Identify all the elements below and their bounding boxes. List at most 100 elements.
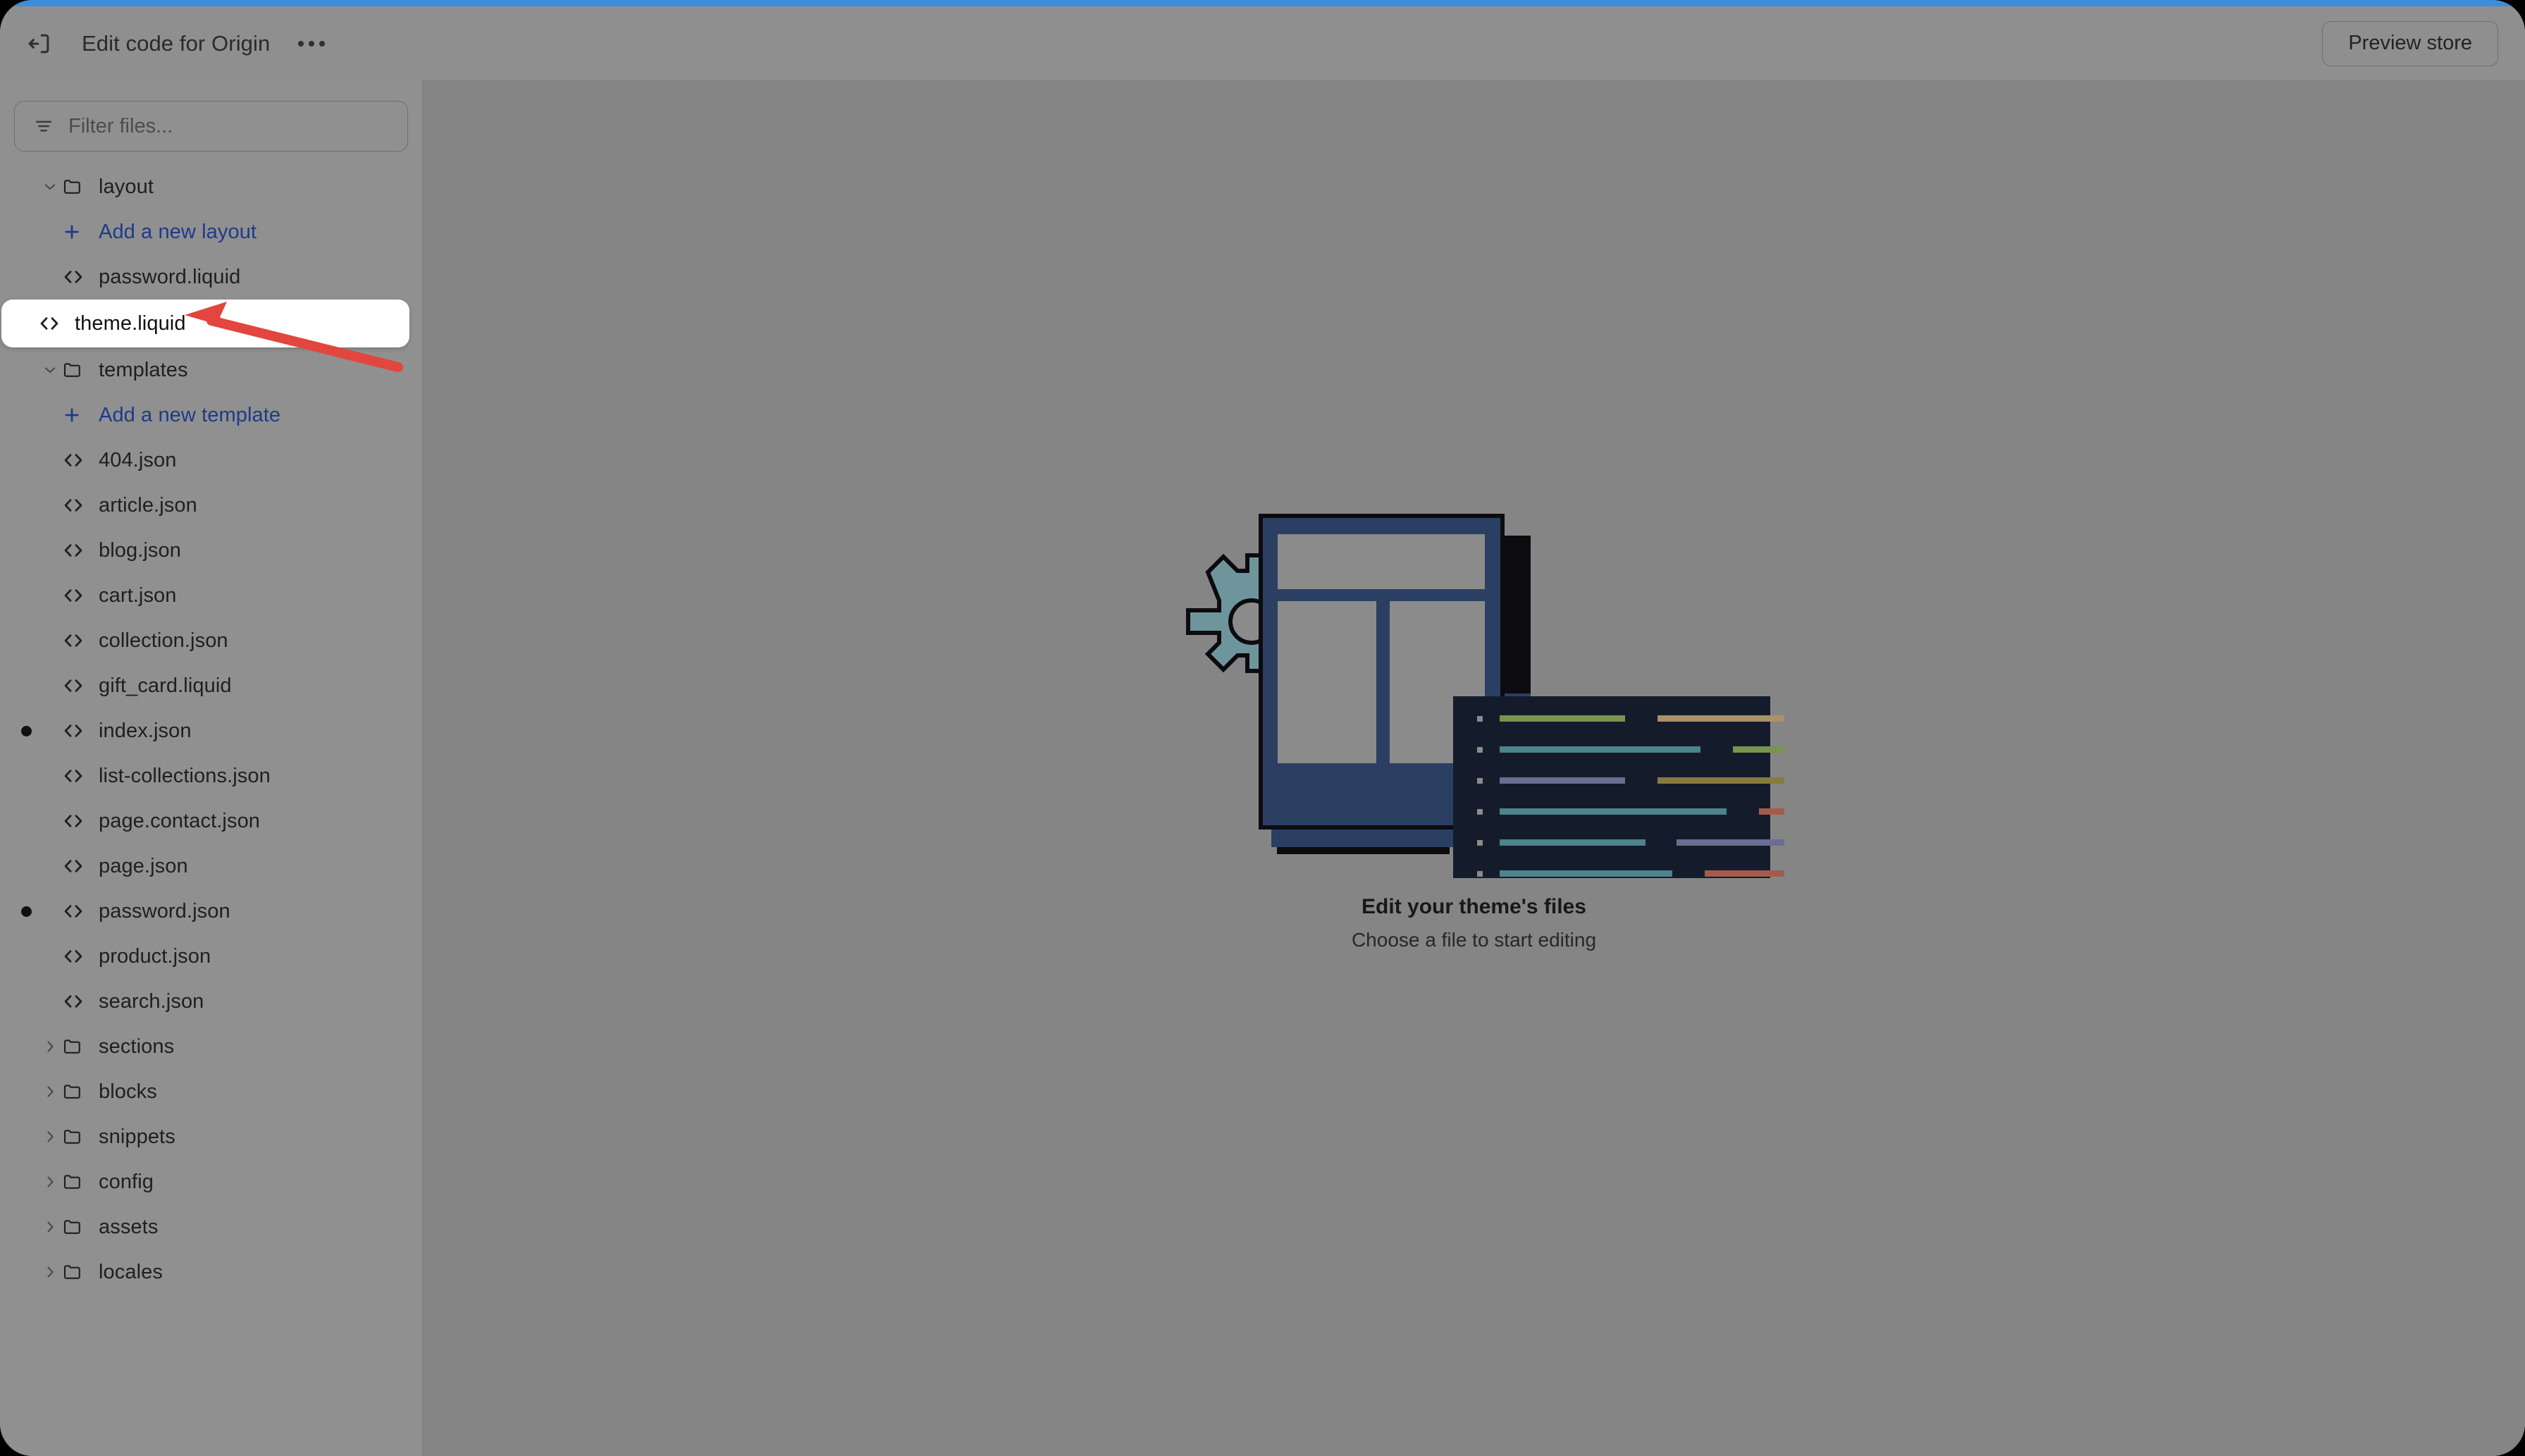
chevron-down-icon[interactable]: [38, 178, 62, 195]
tree-folder-blocks[interactable]: blocks: [0, 1069, 422, 1114]
unsaved-changes-dot: [14, 726, 38, 736]
folder-icon: [62, 1036, 99, 1057]
top-bar: Edit code for Origin Preview store: [0, 6, 2525, 80]
tree-file-page.json[interactable]: page.json: [0, 844, 422, 889]
code-file-icon: [62, 266, 99, 288]
file-tree: layout Add a new layout password.liquid the…: [0, 164, 422, 1323]
app-window: Edit code for Origin Preview store layou…: [0, 0, 2525, 1456]
tree-file-gift_card.liquid[interactable]: gift_card.liquid: [0, 663, 422, 708]
chevron-right-icon[interactable]: [38, 1128, 62, 1145]
top-accent-bar: [0, 0, 2525, 6]
preview-store-button[interactable]: Preview store: [2322, 21, 2498, 66]
tree-file-theme.liquid[interactable]: theme.liquid: [1, 300, 409, 347]
tree-file-search.json[interactable]: search.json: [0, 979, 422, 1024]
folder-icon: [62, 1261, 99, 1283]
add-file-link[interactable]: Add a new template: [0, 393, 422, 438]
file-tree-sidebar: layout Add a new layout password.liquid the…: [0, 80, 423, 1456]
chevron-right-icon[interactable]: [38, 1264, 62, 1281]
tree-item-label: list-collections.json: [99, 765, 271, 788]
plus-icon: [62, 405, 99, 425]
tree-item-label: product.json: [99, 945, 211, 968]
empty-state-subtitle: Choose a file to start editing: [1352, 929, 1596, 951]
tree-item-label: gift_card.liquid: [99, 674, 232, 698]
tree-folder-sections[interactable]: sections: [0, 1024, 422, 1069]
chevron-right-icon[interactable]: [38, 1038, 62, 1055]
search-input[interactable]: [68, 115, 389, 138]
tree-folder-snippets[interactable]: snippets: [0, 1114, 422, 1159]
code-file-icon: [62, 855, 99, 877]
tree-file-password.json[interactable]: password.json: [0, 889, 422, 934]
tree-item-label: assets: [99, 1216, 158, 1239]
tree-item-label: page.contact.json: [99, 810, 260, 833]
add-file-link[interactable]: Add a new layout: [0, 209, 422, 254]
plus-icon: [62, 222, 99, 242]
exit-icon[interactable]: [17, 21, 62, 66]
tree-file-cart.json[interactable]: cart.json: [0, 573, 422, 618]
tree-item-label: layout: [99, 175, 154, 199]
tree-item-label: article.json: [99, 494, 197, 517]
tree-folder-locales[interactable]: locales: [0, 1250, 422, 1295]
chevron-down-icon[interactable]: [38, 362, 62, 378]
tree-file-product.json[interactable]: product.json: [0, 934, 422, 979]
tree-folder-config[interactable]: config: [0, 1159, 422, 1204]
code-file-icon: [62, 720, 99, 742]
chevron-right-icon[interactable]: [38, 1173, 62, 1190]
code-file-icon: [62, 539, 99, 562]
code-file-icon: [38, 312, 75, 335]
tree-folder-layout[interactable]: layout: [0, 164, 422, 209]
tree-item-label: 404.json: [99, 449, 176, 472]
tree-item-label: page.json: [99, 855, 188, 878]
empty-state: Edit your theme's files Choose a file to…: [1164, 505, 1784, 951]
folder-icon: [62, 1171, 99, 1192]
tree-item-label: collection.json: [99, 629, 228, 653]
folder-icon: [62, 1126, 99, 1147]
tree-item-label: blocks: [99, 1080, 157, 1104]
tree-item-label: theme.liquid: [75, 312, 186, 335]
tree-item-label: Add a new template: [99, 404, 280, 427]
folder-icon: [62, 1216, 99, 1238]
code-file-icon: [62, 990, 99, 1013]
chevron-right-icon[interactable]: [38, 1083, 62, 1100]
tree-file-password.liquid[interactable]: password.liquid: [0, 254, 422, 300]
code-file-icon: [62, 945, 99, 968]
folder-icon: [62, 1081, 99, 1102]
folder-icon: [62, 359, 99, 381]
filter-files-field[interactable]: [14, 101, 408, 152]
empty-state-title: Edit your theme's files: [1362, 895, 1586, 919]
tree-folder-templates[interactable]: templates: [0, 347, 422, 393]
tree-file-404.json[interactable]: 404.json: [0, 438, 422, 483]
tree-folder-assets[interactable]: assets: [0, 1204, 422, 1250]
tree-item-label: search.json: [99, 990, 204, 1013]
code-file-icon: [62, 584, 99, 607]
tree-item-label: templates: [99, 359, 188, 382]
tree-file-collection.json[interactable]: collection.json: [0, 618, 422, 663]
code-file-icon: [62, 900, 99, 923]
tree-item-label: locales: [99, 1261, 163, 1284]
folder-icon: [62, 176, 99, 197]
tree-item-label: password.json: [99, 900, 230, 923]
unsaved-changes-dot: [14, 906, 38, 917]
tree-item-label: sections: [99, 1035, 174, 1059]
editor-main-area: Edit your theme's files Choose a file to…: [423, 80, 2525, 1456]
tree-file-article.json[interactable]: article.json: [0, 483, 422, 528]
tree-item-label: index.json: [99, 720, 192, 743]
tree-file-page.contact.json[interactable]: page.contact.json: [0, 798, 422, 844]
tree-file-list-collections.json[interactable]: list-collections.json: [0, 753, 422, 798]
filter-icon: [33, 116, 54, 137]
tree-item-label: snippets: [99, 1125, 175, 1149]
code-file-icon: [62, 629, 99, 652]
code-file-icon: [62, 494, 99, 517]
ellipsis-icon[interactable]: [292, 25, 331, 63]
tree-item-label: config: [99, 1171, 154, 1194]
page-title: Edit code for Origin: [82, 31, 270, 56]
tree-item-label: blog.json: [99, 539, 181, 562]
chevron-right-icon[interactable]: [38, 1219, 62, 1235]
code-file-icon: [62, 765, 99, 787]
tree-item-label: password.liquid: [99, 266, 240, 289]
code-file-icon: [62, 810, 99, 832]
code-file-icon: [62, 449, 99, 471]
tree-file-blog.json[interactable]: blog.json: [0, 528, 422, 573]
code-file-icon: [62, 674, 99, 697]
tree-file-index.json[interactable]: index.json: [0, 708, 422, 753]
tree-item-label: Add a new layout: [99, 221, 257, 244]
